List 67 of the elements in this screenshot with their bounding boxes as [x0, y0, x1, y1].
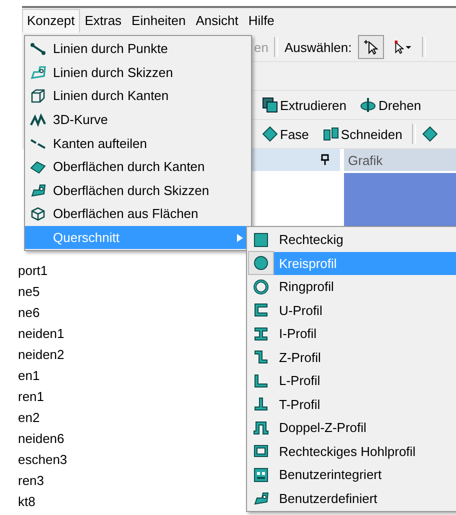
menu-item[interactable]: I-Profil [247, 322, 456, 346]
menu-item[interactable]: Linien durch Skizzen [25, 60, 251, 84]
toolbar-label: Auswählen: [284, 40, 352, 54]
toolbar-label: en [254, 40, 268, 54]
user-section-icon [253, 466, 269, 483]
select-tool-button[interactable] [358, 35, 384, 59]
menu-item[interactable]: Einheiten [126, 8, 191, 32]
menu-item[interactable]: Oberflächen aus Flächen [25, 202, 251, 226]
ring-icon [253, 278, 269, 295]
sketch-icon [30, 64, 46, 80]
menu-item[interactable]: Oberflächen durch Kanten [25, 154, 251, 179]
menu-item[interactable]: Kanten aufteilen [25, 131, 251, 155]
toolbar-button[interactable]: Drehen [356, 95, 426, 115]
i-profile-icon [253, 326, 269, 342]
submenu-arrow-icon [237, 234, 243, 242]
menu-item[interactable]: Extras [80, 8, 127, 32]
panel-title: Grafik [348, 152, 383, 168]
toolbar-button[interactable]: Extrudieren [258, 95, 350, 115]
box-icon [30, 206, 46, 222]
menu-item[interactable]: Rechteckiges Hohlprofil [247, 440, 456, 463]
tree-item[interactable]: kt8 [18, 491, 36, 512]
tree-item[interactable]: en2 [18, 407, 40, 428]
revolve-icon [360, 97, 376, 113]
menu-item[interactable]: Linien durch Punkte [25, 37, 251, 61]
tree-item[interactable]: ne5 [18, 281, 40, 302]
t-profile-icon [253, 396, 269, 412]
slice-icon [322, 126, 339, 142]
tree-item[interactable]: port1 [18, 260, 48, 281]
cube-icon [30, 88, 46, 104]
u-profile-icon [253, 302, 269, 318]
menu-item[interactable]: Oberflächen durch Skizzen [25, 178, 251, 202]
tree-item[interactable]: ren3 [18, 470, 44, 491]
menu-item[interactable]: T-Profil [247, 392, 456, 416]
tree-item[interactable]: neiden1 [18, 323, 64, 344]
menu-item[interactable]: Konzept [22, 8, 80, 32]
tree-item[interactable]: eschen3 [18, 449, 68, 470]
menu-item[interactable]: Benutzerdefiniert [247, 486, 456, 510]
tree-item[interactable]: en1 [18, 365, 40, 386]
menu-item[interactable]: Doppel-Z-Profil [247, 416, 456, 440]
tree-item[interactable]: ne6 [18, 302, 40, 323]
tree-item[interactable]: ren1 [18, 386, 44, 407]
menu-item[interactable]: L-Profil [247, 369, 456, 392]
tree-item[interactable]: neiden6 [18, 428, 64, 449]
menu-item[interactable]: Ringprofil [247, 275, 456, 298]
line-icon [30, 40, 46, 57]
pin-icon[interactable] [320, 154, 330, 166]
square-icon [253, 232, 269, 248]
tree-item[interactable]: neiden2 [18, 344, 64, 365]
curve-icon [30, 112, 46, 128]
circle-icon [253, 255, 269, 272]
menu-item[interactable]: 3D-Kurve [25, 108, 251, 132]
menu-item[interactable]: U-Profil [247, 298, 456, 322]
cursor-icon [392, 39, 413, 55]
menu-item[interactable]: Benutzerintegriert [247, 463, 456, 486]
menu-item[interactable]: Ansicht [190, 8, 244, 32]
toolbar-button[interactable]: Fase [258, 124, 313, 144]
extrude-icon [262, 97, 278, 113]
chamfer-icon [262, 126, 278, 142]
menu-item[interactable]: Linien durch Kanten [25, 84, 251, 108]
menu-item[interactable]: Z-Profil [247, 346, 456, 369]
menu-item[interactable]: Hilfe [243, 8, 280, 32]
double-z-profile-icon [253, 420, 269, 436]
z-profile-icon [253, 349, 269, 366]
cursor-icon [362, 39, 379, 55]
toolbar-button[interactable]: Schneiden [318, 124, 406, 144]
l-profile-icon [253, 372, 269, 389]
surface-icon [30, 158, 46, 175]
